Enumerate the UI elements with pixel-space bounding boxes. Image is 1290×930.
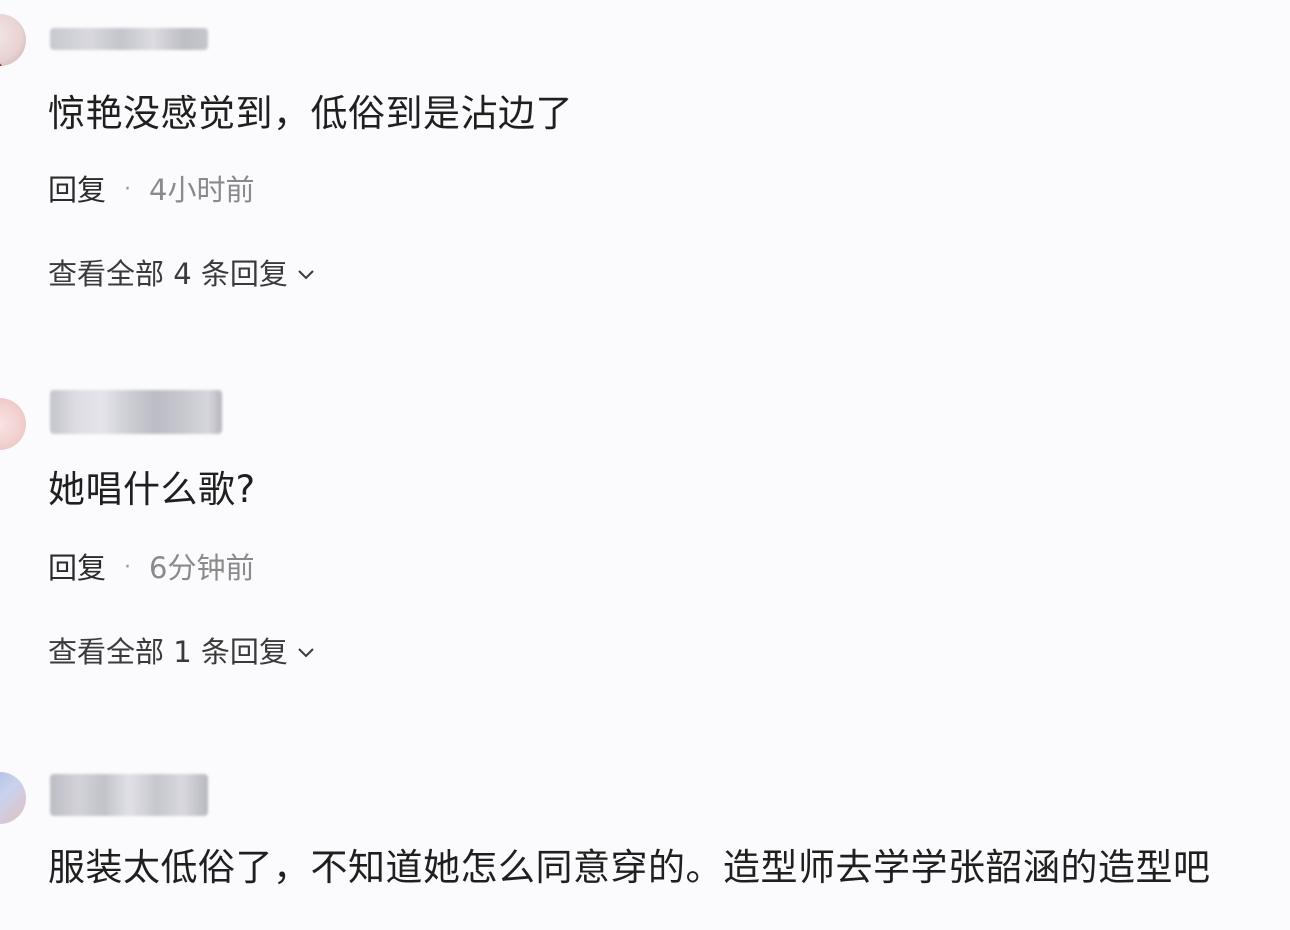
reply-button[interactable]: 回复: [48, 550, 106, 586]
separator-dot: ·: [124, 555, 132, 580]
comment-time: 6分钟前: [149, 551, 255, 585]
username-blurred[interactable]: [50, 28, 208, 50]
chevron-down-icon: [298, 270, 314, 280]
comment-time: 4小时前: [149, 173, 255, 207]
view-all-replies-button[interactable]: 查看全部 1 条回复: [48, 634, 316, 670]
avatar[interactable]: [0, 772, 26, 824]
view-all-replies-button[interactable]: 查看全部 4 条回复: [48, 256, 316, 292]
comment-meta: 回复 · 6分钟前: [48, 550, 254, 586]
reply-button[interactable]: 回复: [48, 172, 106, 208]
comment-text: 惊艳没感觉到，低俗到是沾边了: [48, 92, 573, 135]
view-all-replies-label: 查看全部 1 条回复: [48, 635, 288, 669]
avatar[interactable]: [0, 398, 26, 450]
view-all-replies-label: 查看全部 4 条回复: [48, 257, 288, 291]
comment-meta: 回复 · 4小时前: [48, 172, 254, 208]
username-blurred[interactable]: [50, 774, 208, 816]
chevron-down-icon: [298, 648, 314, 658]
separator-dot: ·: [124, 177, 132, 202]
comment-text: 服装太低俗了，不知道她怎么同意穿的。造型师去学学张韶涵的造型吧: [48, 846, 1211, 889]
comment-text: 她唱什么歌?: [48, 468, 256, 511]
username-blurred[interactable]: [50, 390, 222, 434]
avatar[interactable]: [0, 14, 26, 66]
